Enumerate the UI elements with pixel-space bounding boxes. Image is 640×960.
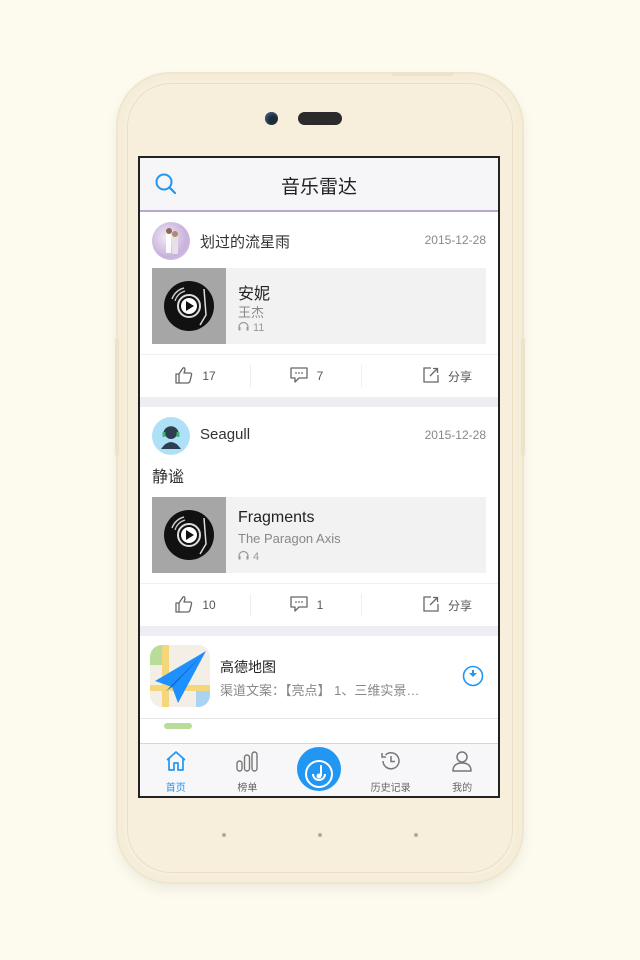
tab-mine[interactable]: 我的 bbox=[426, 744, 498, 796]
song-artist: 王杰 bbox=[238, 305, 265, 320]
post-header: Seagull 2015-12-28 bbox=[140, 407, 498, 463]
phone-power-button bbox=[392, 72, 454, 76]
share-button[interactable]: 分享 bbox=[362, 584, 498, 626]
tab-charts[interactable]: 榜单 bbox=[212, 744, 284, 796]
section-separator bbox=[140, 626, 498, 636]
tab-radar[interactable] bbox=[283, 744, 355, 796]
tab-label: 首页 bbox=[165, 783, 186, 794]
play-count-value: 4 bbox=[253, 550, 260, 563]
username[interactable]: Seagull bbox=[200, 426, 250, 443]
post-date: 2015-12-28 bbox=[424, 428, 486, 442]
user-icon bbox=[450, 744, 474, 778]
app-screen: 音乐雷达 划过的流星雨 2015-12-28 安妮 王杰 11 17 7 分享 … bbox=[138, 156, 500, 798]
song-artist: The Paragon Axis bbox=[238, 531, 341, 546]
tab-history[interactable]: 历史记录 bbox=[355, 744, 427, 796]
bottom-tab-bar: 首页 榜单 历史记录 我的 bbox=[140, 743, 498, 796]
share-icon bbox=[422, 366, 440, 387]
play-count: 11 bbox=[238, 321, 264, 334]
headphones-icon bbox=[238, 550, 249, 563]
post-actions: 17 7 分享 bbox=[140, 354, 498, 397]
song-title: 安妮 bbox=[238, 286, 271, 303]
phone-left-button bbox=[115, 338, 119, 456]
app-name: 高德地图 bbox=[220, 659, 276, 675]
thumbs-up-icon bbox=[174, 595, 194, 616]
chart-icon bbox=[235, 744, 259, 778]
tab-label: 历史记录 bbox=[370, 783, 411, 794]
amap-app-icon[interactable] bbox=[150, 645, 210, 707]
nav-dot-left bbox=[222, 833, 226, 837]
share-button[interactable]: 分享 bbox=[362, 355, 498, 397]
earpiece-speaker bbox=[298, 112, 342, 125]
feed: 划过的流星雨 2015-12-28 安妮 王杰 11 17 7 分享 Seagu… bbox=[140, 212, 498, 749]
post-header: 划过的流星雨 2015-12-28 bbox=[140, 212, 498, 268]
thumbs-up-icon bbox=[174, 366, 194, 387]
radar-button[interactable] bbox=[296, 747, 341, 791]
post-card: 划过的流星雨 2015-12-28 安妮 王杰 11 17 7 分享 bbox=[140, 212, 498, 397]
comment-button[interactable]: 7 bbox=[251, 355, 361, 397]
comment-icon bbox=[289, 595, 309, 616]
home-icon bbox=[164, 744, 188, 778]
like-count: 10 bbox=[202, 598, 216, 612]
radar-icon bbox=[297, 760, 341, 796]
download-icon[interactable] bbox=[462, 665, 484, 687]
post-card: Seagull 2015-12-28 静谧 Fragments The Para… bbox=[140, 407, 498, 626]
play-count: 4 bbox=[238, 550, 259, 563]
app-promo-row[interactable]: 高德地图 渠道文案：【亮点】 1、三维实景… bbox=[140, 636, 498, 719]
tab-home[interactable]: 首页 bbox=[140, 744, 212, 796]
comment-icon bbox=[289, 366, 309, 387]
song-title: Fragments bbox=[238, 509, 315, 526]
song-card[interactable]: Fragments The Paragon Axis 4 bbox=[152, 497, 486, 573]
like-button[interactable]: 17 bbox=[140, 355, 250, 397]
top-bar: 音乐雷达 bbox=[140, 158, 498, 212]
history-icon bbox=[379, 744, 403, 778]
avatar[interactable] bbox=[152, 417, 190, 455]
post-date: 2015-12-28 bbox=[424, 233, 486, 247]
share-label: 分享 bbox=[447, 598, 472, 613]
comment-count: 1 bbox=[316, 598, 324, 612]
comment-button[interactable]: 1 bbox=[251, 584, 361, 626]
post-actions: 10 1 分享 bbox=[140, 583, 498, 626]
nav-dot-right bbox=[414, 833, 418, 837]
tab-label: 我的 bbox=[452, 783, 473, 794]
page-title: 音乐雷达 bbox=[280, 177, 357, 198]
section-separator bbox=[140, 397, 498, 407]
app-description: 渠道文案：【亮点】 1、三维实景… bbox=[220, 683, 420, 698]
share-label: 分享 bbox=[447, 369, 472, 384]
song-card[interactable]: 安妮 王杰 11 bbox=[152, 268, 486, 344]
tab-label: 榜单 bbox=[237, 783, 258, 794]
phone-right-button bbox=[521, 338, 525, 456]
front-camera bbox=[265, 112, 278, 125]
partial-app-icon bbox=[164, 723, 192, 729]
comment-count: 7 bbox=[316, 369, 324, 383]
vinyl-record-icon bbox=[152, 268, 226, 344]
username[interactable]: 划过的流星雨 bbox=[200, 231, 290, 252]
like-button[interactable]: 10 bbox=[140, 584, 250, 626]
vinyl-record-icon bbox=[152, 497, 226, 573]
avatar[interactable] bbox=[152, 222, 190, 260]
post-text: 静谧 bbox=[152, 469, 185, 486]
play-count-value: 11 bbox=[253, 321, 265, 334]
headphones-icon bbox=[238, 321, 249, 334]
like-count: 17 bbox=[202, 369, 216, 383]
share-icon bbox=[422, 595, 440, 616]
nav-dot-center bbox=[318, 833, 322, 837]
